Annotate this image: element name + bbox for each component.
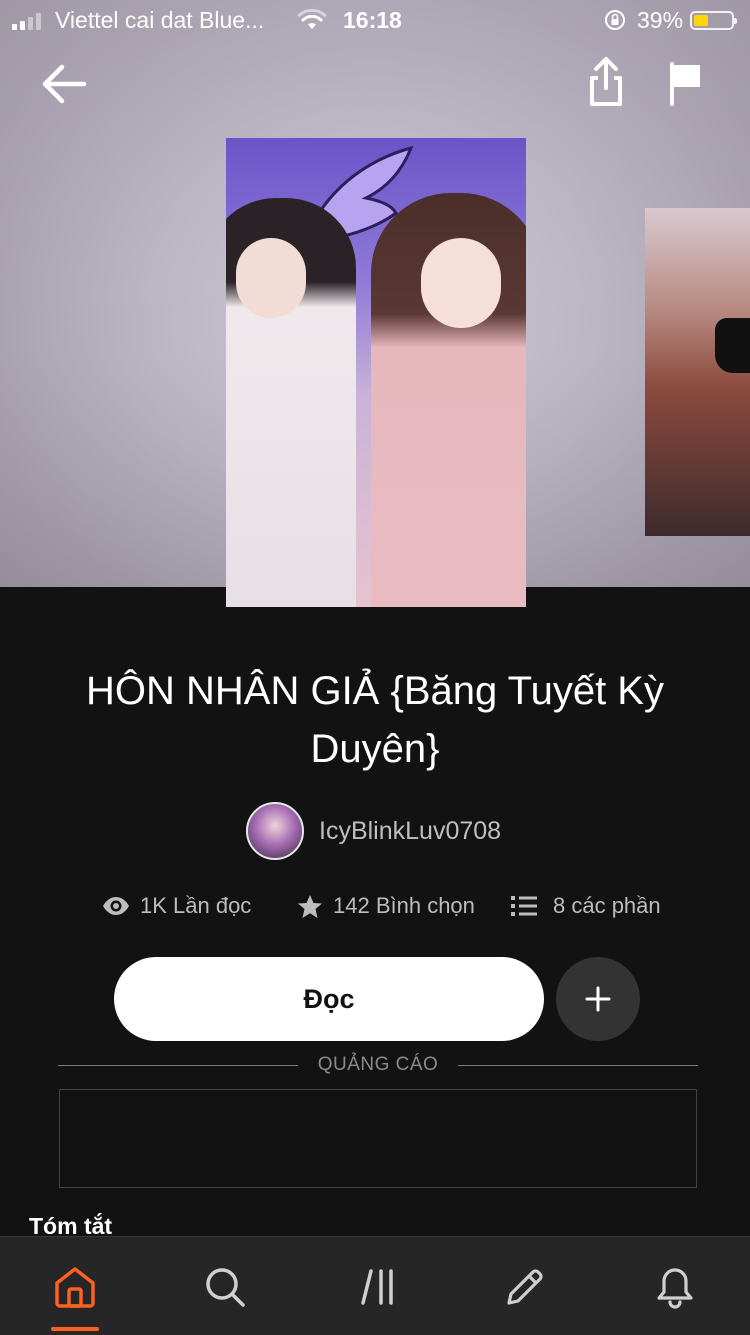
flag-icon [670, 62, 700, 106]
story-title: HÔN NHÂN GIẢ {Băng Tuyết Kỳ Duyên} [86, 669, 664, 771]
author-link[interactable]: IcyBlinkLuv0708 [246, 801, 501, 861]
battery-icon [690, 11, 737, 30]
parts-count: 8 các phần [553, 893, 661, 918]
tab-search[interactable] [197, 1259, 253, 1315]
library-icon [361, 1269, 393, 1305]
bottom-tab-bar [0, 1236, 750, 1335]
read-button[interactable]: Đọc [114, 957, 544, 1041]
votes-count: 142 Bình chọn [333, 893, 475, 918]
star-icon [298, 894, 322, 918]
rotation-lock-icon [603, 8, 627, 38]
votes-stat: 142 Bình chọn [297, 893, 475, 919]
arrow-left-icon [42, 64, 87, 104]
status-time: 16:18 [343, 7, 402, 33]
cell-signal-icon [12, 13, 41, 30]
tab-write[interactable] [497, 1259, 553, 1315]
tab-home[interactable] [47, 1259, 103, 1315]
story-stats: 1K Lần đọc 142 Bình chọn 8 các phần [0, 893, 750, 927]
write-icon [507, 1269, 543, 1305]
back-button[interactable] [40, 62, 88, 106]
battery-percent: 39% [637, 7, 684, 33]
ad-separator: QUẢNG CÁO [58, 1052, 698, 1078]
parts-stat: 8 các phần [511, 893, 661, 919]
tab-library[interactable] [349, 1259, 405, 1315]
plus-icon [585, 986, 611, 1012]
active-tab-indicator [51, 1327, 99, 1331]
wifi-icon [297, 8, 327, 37]
eye-icon [103, 897, 129, 915]
author-avatar[interactable] [246, 802, 304, 860]
share-button[interactable] [584, 56, 628, 110]
ad-label: QUẢNG CÁO [317, 1054, 439, 1075]
reads-count: 1K Lần đọc [140, 893, 252, 918]
search-icon [206, 1268, 245, 1307]
report-flag-button[interactable] [666, 60, 706, 106]
home-icon [55, 1267, 95, 1308]
next-cover-image[interactable] [645, 208, 750, 536]
add-to-library-button[interactable] [556, 957, 640, 1041]
ad-slot[interactable] [59, 1089, 697, 1188]
list-icon [511, 896, 537, 916]
story-cover-image[interactable] [226, 138, 526, 607]
status-bar: Viettel cai dat Blue... 16:18 39% [0, 0, 750, 40]
tab-notifications[interactable] [647, 1259, 703, 1315]
carrier-name: Viettel cai dat Blue... [55, 7, 265, 33]
share-icon [590, 57, 622, 106]
reads-stat: 1K Lần đọc [102, 893, 251, 919]
notifications-icon [657, 1268, 693, 1309]
author-name[interactable]: IcyBlinkLuv0708 [319, 817, 501, 846]
